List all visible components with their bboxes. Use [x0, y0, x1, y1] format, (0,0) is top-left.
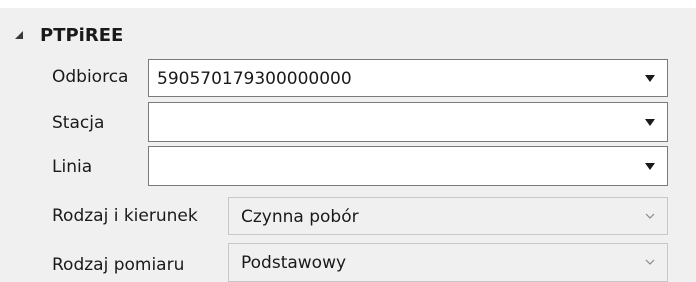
- dropdown-arrow-icon[interactable]: [645, 119, 655, 126]
- property-panel: PTPiREE Odbiorca 590570179300000000 Stac…: [0, 0, 696, 282]
- group-title: PTPiREE: [40, 25, 124, 46]
- odbiorca-value: 590570179300000000: [157, 69, 352, 89]
- odbiorca-label: Odbiorca: [52, 67, 129, 87]
- chevron-down-icon[interactable]: [645, 257, 655, 267]
- stacja-label: Stacja: [52, 113, 105, 133]
- rodzaj-pomiaru-combobox[interactable]: Podstawowy: [228, 243, 668, 282]
- dropdown-arrow-icon[interactable]: [645, 75, 655, 82]
- expanded-triangle-icon[interactable]: [14, 30, 24, 40]
- linia-label: Linia: [52, 157, 93, 177]
- odbiorca-combobox[interactable]: 590570179300000000: [148, 59, 668, 97]
- rodzaj-kierunek-label: Rodzaj i kierunek: [52, 206, 198, 226]
- rodzaj-kierunek-combobox[interactable]: Czynna pobór: [228, 197, 668, 235]
- stacja-combobox[interactable]: [148, 102, 668, 142]
- dropdown-arrow-icon[interactable]: [645, 163, 655, 170]
- rodzaj-pomiaru-label: Rodzaj pomiaru: [52, 255, 185, 275]
- rodzaj-kierunek-value: Czynna pobór: [241, 207, 359, 227]
- linia-combobox[interactable]: [148, 146, 668, 186]
- rodzaj-pomiaru-value: Podstawowy: [241, 253, 347, 273]
- group-header[interactable]: PTPiREE: [0, 8, 696, 50]
- chevron-down-icon[interactable]: [645, 211, 655, 221]
